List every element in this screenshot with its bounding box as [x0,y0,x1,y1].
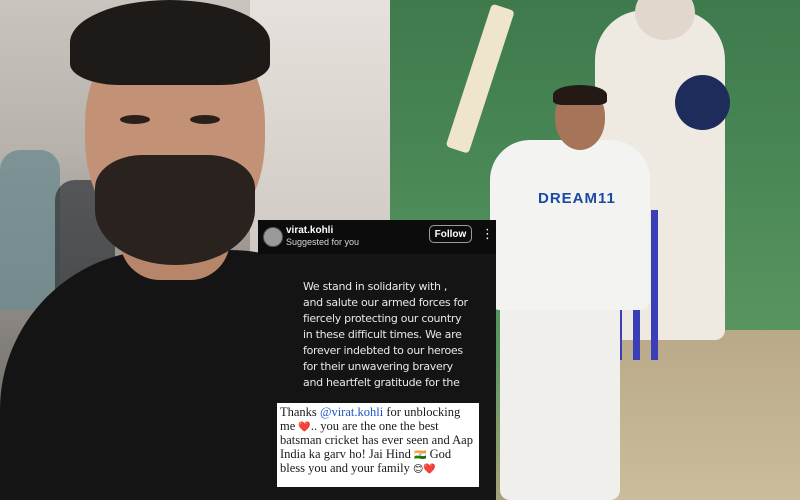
stump [651,210,658,360]
heart-icon: ❤️ [298,421,311,433]
post-header: virat.kohli Suggested for you Follow ⋮ [258,220,496,254]
helmet [675,75,730,130]
batter-hair [553,85,607,105]
india-flag-icon: 🇮🇳 [414,449,427,461]
suggested-label: Suggested for you [286,237,360,247]
smile-heart-icon: 😊❤️ [412,464,436,476]
hair [70,0,270,85]
mention-link[interactable]: @virat.kohli [320,405,383,419]
username[interactable]: virat.kohli [286,225,333,236]
post-text: We stand in solidarity with , and salute… [303,280,468,389]
left-eye [120,115,150,124]
batter-jersey [490,140,650,310]
batter-legs [500,300,620,500]
cricket-bat [445,3,515,154]
right-eye [190,115,220,124]
beard [95,155,255,265]
comment-text: Thanks [280,405,320,419]
background-person [0,150,60,310]
more-options-icon[interactable]: ⋮ [481,227,494,241]
jersey-sponsor-text: DREAM11 [538,190,616,207]
avatar[interactable] [263,227,283,247]
follow-button[interactable]: Follow [429,225,472,243]
comment-box: Thanks @virat.kohli for unblocking me ❤️… [277,403,479,487]
